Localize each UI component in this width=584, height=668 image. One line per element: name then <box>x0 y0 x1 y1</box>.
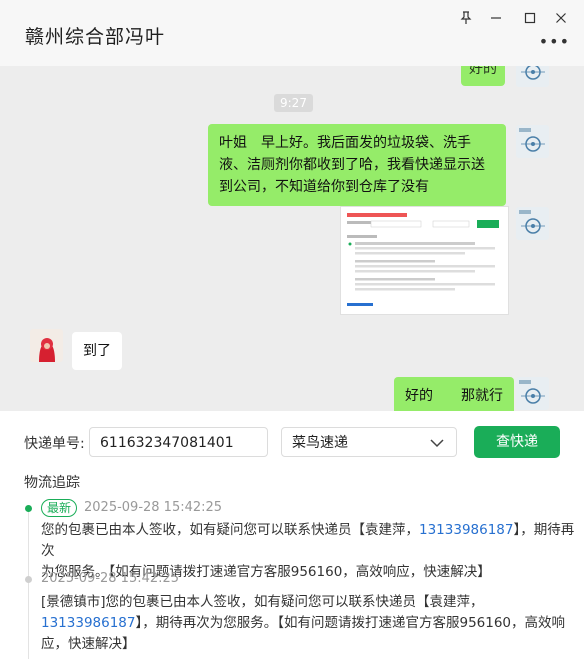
tracking-text: 您的包裹已由本人签收，如有疑问您可以联系快递员【袁建萍， <box>41 522 419 538</box>
close-icon[interactable] <box>553 11 569 29</box>
tracking-number-value: 611632347081401 <box>100 435 234 451</box>
message-timestamp: 9:27 <box>274 94 313 112</box>
message-bubble-contact[interactable]: 到了 <box>72 332 122 370</box>
courier-phone[interactable]: 13133986187 <box>41 615 135 631</box>
more-options-icon[interactable]: ••• <box>539 32 570 51</box>
avatar-self[interactable] <box>516 66 549 87</box>
timeline-dot <box>25 576 32 583</box>
window-titlebar: 赣州综合部冯叶 ••• <box>0 0 584 67</box>
tracking-number-input[interactable]: 611632347081401 <box>89 427 268 457</box>
chat-title: 赣州综合部冯叶 <box>25 26 166 48</box>
avatar-self[interactable] <box>516 377 549 410</box>
message-text: 叶姐 早上好。我后面发的垃圾袋、洗手液、洁厕剂你都收到了哈，我看快递显示送到公司… <box>219 135 485 195</box>
tracking-section-title: 物流追踪 <box>24 475 80 491</box>
tracking-timestamp: 2025-09-28 15:42:25 <box>41 571 180 586</box>
latest-badge: 最新 <box>41 499 78 517</box>
message-bubble-me[interactable]: 好的 那就行 <box>394 377 514 411</box>
avatar-contact[interactable] <box>30 329 63 362</box>
avatar-self[interactable] <box>516 207 549 240</box>
message-bubble-partial: 好的 <box>461 66 505 86</box>
carrier-value: 菜鸟速递 <box>292 435 348 451</box>
avatar-self[interactable] <box>516 125 549 158</box>
timeline-line <box>28 509 29 659</box>
timeline-dot-latest <box>25 505 32 512</box>
message-text: 到了 <box>83 343 111 359</box>
chevron-down-icon <box>430 428 444 469</box>
pin-icon[interactable] <box>458 11 474 29</box>
tracking-description: [景德镇市]您的包裹已由本人签收，如有疑问您可以联系快递员【袁建萍， 13133… <box>41 592 576 655</box>
chat-message-area[interactable]: 好的 9:27 叶姐 早上好。我后面发的垃圾袋、洗手液、洁厕剂你都收到了哈，我看… <box>0 66 584 411</box>
message-text: 好的 那就行 <box>405 388 503 404</box>
express-tracking-panel: 快递单号: 611632347081401 菜鸟速递 查快递 物流追踪 最新 2… <box>0 411 584 668</box>
tracking-number-label: 快递单号: <box>24 436 85 452</box>
minimize-icon[interactable] <box>488 11 504 29</box>
message-text: 好的 <box>469 66 497 77</box>
query-express-button[interactable]: 查快递 <box>474 426 560 458</box>
message-bubble-me[interactable]: 叶姐 早上好。我后面发的垃圾袋、洗手液、洁厕剂你都收到了哈，我看快递显示送到公司… <box>208 124 506 206</box>
image-message-thumbnail[interactable] <box>340 206 509 315</box>
carrier-select[interactable]: 菜鸟速递 <box>281 427 457 457</box>
tracking-text: [景德镇市]您的包裹已由本人签收，如有疑问您可以联系快递员【袁建萍， <box>41 594 484 610</box>
tracking-text: 】，期待再次为您服务。【如有问题请拨打速递官方客服956160，高效响 <box>135 615 566 631</box>
tracking-timestamp: 2025-09-28 15:42:25 <box>84 500 223 515</box>
courier-phone[interactable]: 13133986187 <box>419 522 513 538</box>
tracking-text: 应，快速解决】 <box>41 636 136 652</box>
maximize-icon[interactable] <box>522 11 538 29</box>
